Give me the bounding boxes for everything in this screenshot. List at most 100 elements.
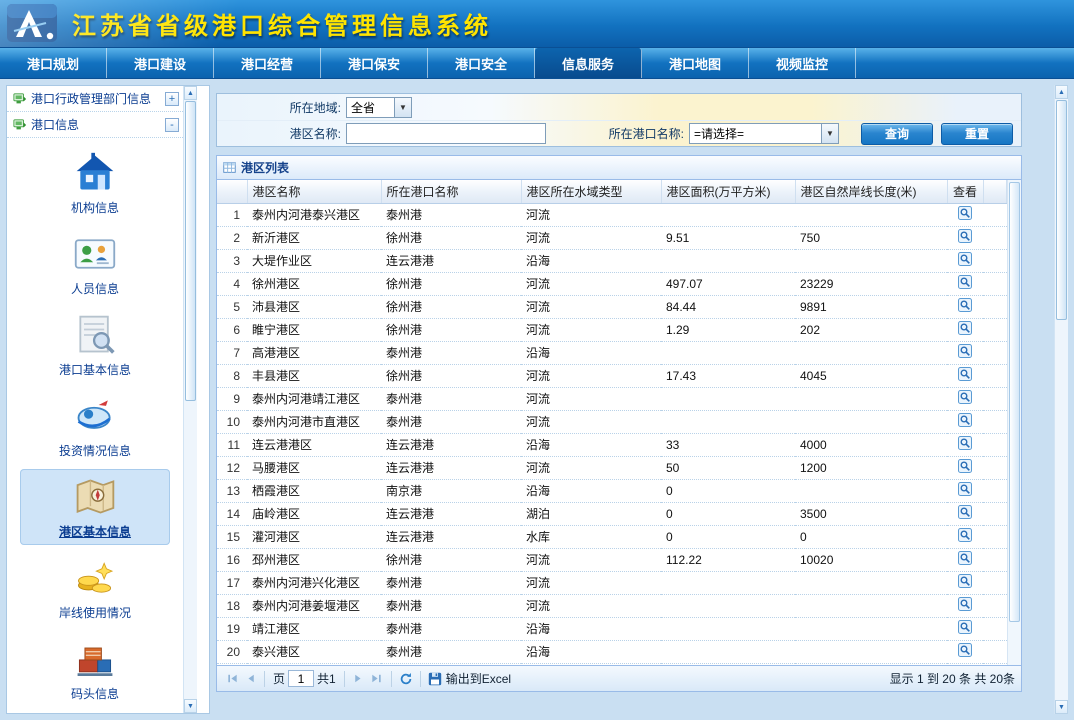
window-scrollbar[interactable]: ▲ ▼ [1054, 85, 1068, 714]
scroll-down-icon[interactable]: ▼ [1055, 700, 1068, 714]
view-cell[interactable] [947, 502, 983, 525]
table-row[interactable]: 3大堤作业区连云港港沿海 [217, 249, 1007, 272]
first-page-button[interactable] [223, 670, 241, 688]
table-row[interactable]: 9泰州内河港靖江港区泰州港河流 [217, 387, 1007, 410]
sidebar-item[interactable]: 机构信息 [20, 145, 170, 221]
sidebar-item[interactable]: 港口基本信息 [20, 307, 170, 383]
view-cell[interactable] [947, 226, 983, 249]
nav-tab[interactable]: 信息服务 [535, 48, 642, 78]
view-cell[interactable] [947, 456, 983, 479]
view-icon[interactable] [958, 275, 972, 289]
view-icon[interactable] [958, 298, 972, 312]
view-icon[interactable] [958, 413, 972, 427]
scroll-down-icon[interactable]: ▼ [184, 699, 197, 713]
sidebar-group[interactable]: 港口信息- [7, 112, 183, 138]
nav-tab[interactable]: 港口安全 [428, 48, 535, 78]
table-row[interactable]: 10泰州内河港市直港区泰州港河流 [217, 410, 1007, 433]
table-row[interactable]: 6睢宁港区徐州港河流1.29202 [217, 318, 1007, 341]
view-icon[interactable] [958, 574, 972, 588]
column-header[interactable]: 港区名称 [247, 180, 381, 203]
table-row[interactable]: 11连云港港区连云港港沿海334000 [217, 433, 1007, 456]
table-row[interactable]: 8丰县港区徐州港河流17.434045 [217, 364, 1007, 387]
table-row[interactable]: 14庙岭港区连云港港湖泊03500 [217, 502, 1007, 525]
view-cell[interactable] [947, 640, 983, 663]
sidebar-item[interactable]: 人员信息 [20, 226, 170, 302]
export-excel-button[interactable]: 输出到Excel [446, 670, 511, 687]
prev-page-button[interactable] [241, 670, 259, 688]
sidebar-item[interactable]: 投资情况信息 [20, 388, 170, 464]
view-cell[interactable] [947, 525, 983, 548]
view-cell[interactable] [947, 249, 983, 272]
view-icon[interactable] [958, 551, 972, 565]
view-cell[interactable] [947, 433, 983, 456]
table-row[interactable]: 1泰州内河港泰兴港区泰州港河流 [217, 203, 1007, 226]
grid-scrollbar-thumb[interactable] [1009, 182, 1020, 622]
view-icon[interactable] [958, 206, 972, 220]
view-icon[interactable] [958, 390, 972, 404]
table-row[interactable]: 13栖霞港区南京港沿海0 [217, 479, 1007, 502]
view-cell[interactable] [947, 272, 983, 295]
region-select[interactable]: 全省 ▼ [346, 97, 412, 118]
view-icon[interactable] [958, 459, 972, 473]
column-header[interactable]: 所在港口名称 [381, 180, 521, 203]
view-icon[interactable] [958, 620, 972, 634]
view-icon[interactable] [958, 597, 972, 611]
page-input[interactable] [288, 670, 314, 687]
area-name-input[interactable] [346, 123, 546, 144]
view-icon[interactable] [958, 321, 972, 335]
view-cell[interactable] [947, 364, 983, 387]
reset-button[interactable]: 重置 [941, 123, 1013, 145]
nav-tab[interactable]: 港口经营 [214, 48, 321, 78]
view-icon[interactable] [958, 367, 972, 381]
last-page-button[interactable] [368, 670, 386, 688]
view-icon[interactable] [958, 436, 972, 450]
table-row[interactable]: 5沛县港区徐州港河流84.449891 [217, 295, 1007, 318]
table-row[interactable]: 16邳州港区徐州港河流112.2210020 [217, 548, 1007, 571]
view-cell[interactable] [947, 479, 983, 502]
view-cell[interactable] [947, 318, 983, 341]
view-cell[interactable] [947, 341, 983, 364]
table-row[interactable]: 12马腰港区连云港港河流501200 [217, 456, 1007, 479]
view-cell[interactable] [947, 387, 983, 410]
view-icon[interactable] [958, 229, 972, 243]
view-icon[interactable] [958, 344, 972, 358]
expand-toggle-button[interactable]: + [165, 92, 179, 106]
sidebar-item[interactable]: 码头信息 [20, 631, 170, 707]
scroll-up-icon[interactable]: ▲ [1055, 85, 1068, 99]
table-row[interactable]: 2新沂港区徐州港河流9.51750 [217, 226, 1007, 249]
view-cell[interactable] [947, 548, 983, 571]
grid-scrollbar[interactable] [1007, 180, 1021, 665]
view-cell[interactable] [947, 410, 983, 433]
table-row[interactable]: 7高港港区泰州港沿海 [217, 341, 1007, 364]
view-icon[interactable] [958, 252, 972, 266]
view-cell[interactable] [947, 295, 983, 318]
view-icon[interactable] [958, 528, 972, 542]
next-page-button[interactable] [350, 670, 368, 688]
table-row[interactable]: 18泰州内河港姜堰港区泰州港河流 [217, 594, 1007, 617]
sidebar-item[interactable]: 岸线使用情况 [20, 550, 170, 626]
window-scrollbar-thumb[interactable] [1056, 100, 1067, 320]
nav-tab[interactable]: 港口规划 [0, 48, 107, 78]
nav-tab[interactable]: 港口保安 [321, 48, 428, 78]
column-header[interactable]: 港区所在水域类型 [521, 180, 661, 203]
nav-tab[interactable]: 视频监控 [749, 48, 856, 78]
scroll-up-icon[interactable]: ▲ [184, 86, 197, 100]
sidebar-item[interactable]: 港区基本信息 [20, 469, 170, 545]
view-icon[interactable] [958, 505, 972, 519]
sidebar-item-partial[interactable] [20, 712, 170, 713]
table-row[interactable]: 17泰州内河港兴化港区泰州港河流 [217, 571, 1007, 594]
view-cell[interactable] [947, 571, 983, 594]
view-icon[interactable] [958, 482, 972, 496]
port-name-select[interactable]: =请选择= ▼ [689, 123, 839, 144]
collapse-toggle-button[interactable]: - [165, 118, 179, 132]
sidebar-group[interactable]: 港口行政管理部门信息+ [7, 86, 183, 112]
column-header[interactable]: 查看 [947, 180, 983, 203]
table-row[interactable]: 4徐州港区徐州港河流497.0723229 [217, 272, 1007, 295]
refresh-button[interactable] [397, 670, 415, 688]
column-header[interactable]: 港区面积(万平方米) [661, 180, 795, 203]
nav-tab[interactable]: 港口地图 [642, 48, 749, 78]
column-header[interactable]: 港区自然岸线长度(米) [795, 180, 947, 203]
table-row[interactable]: 15灌河港区连云港港水库00 [217, 525, 1007, 548]
search-button[interactable]: 查询 [861, 123, 933, 145]
table-row[interactable]: 19靖江港区泰州港沿海 [217, 617, 1007, 640]
